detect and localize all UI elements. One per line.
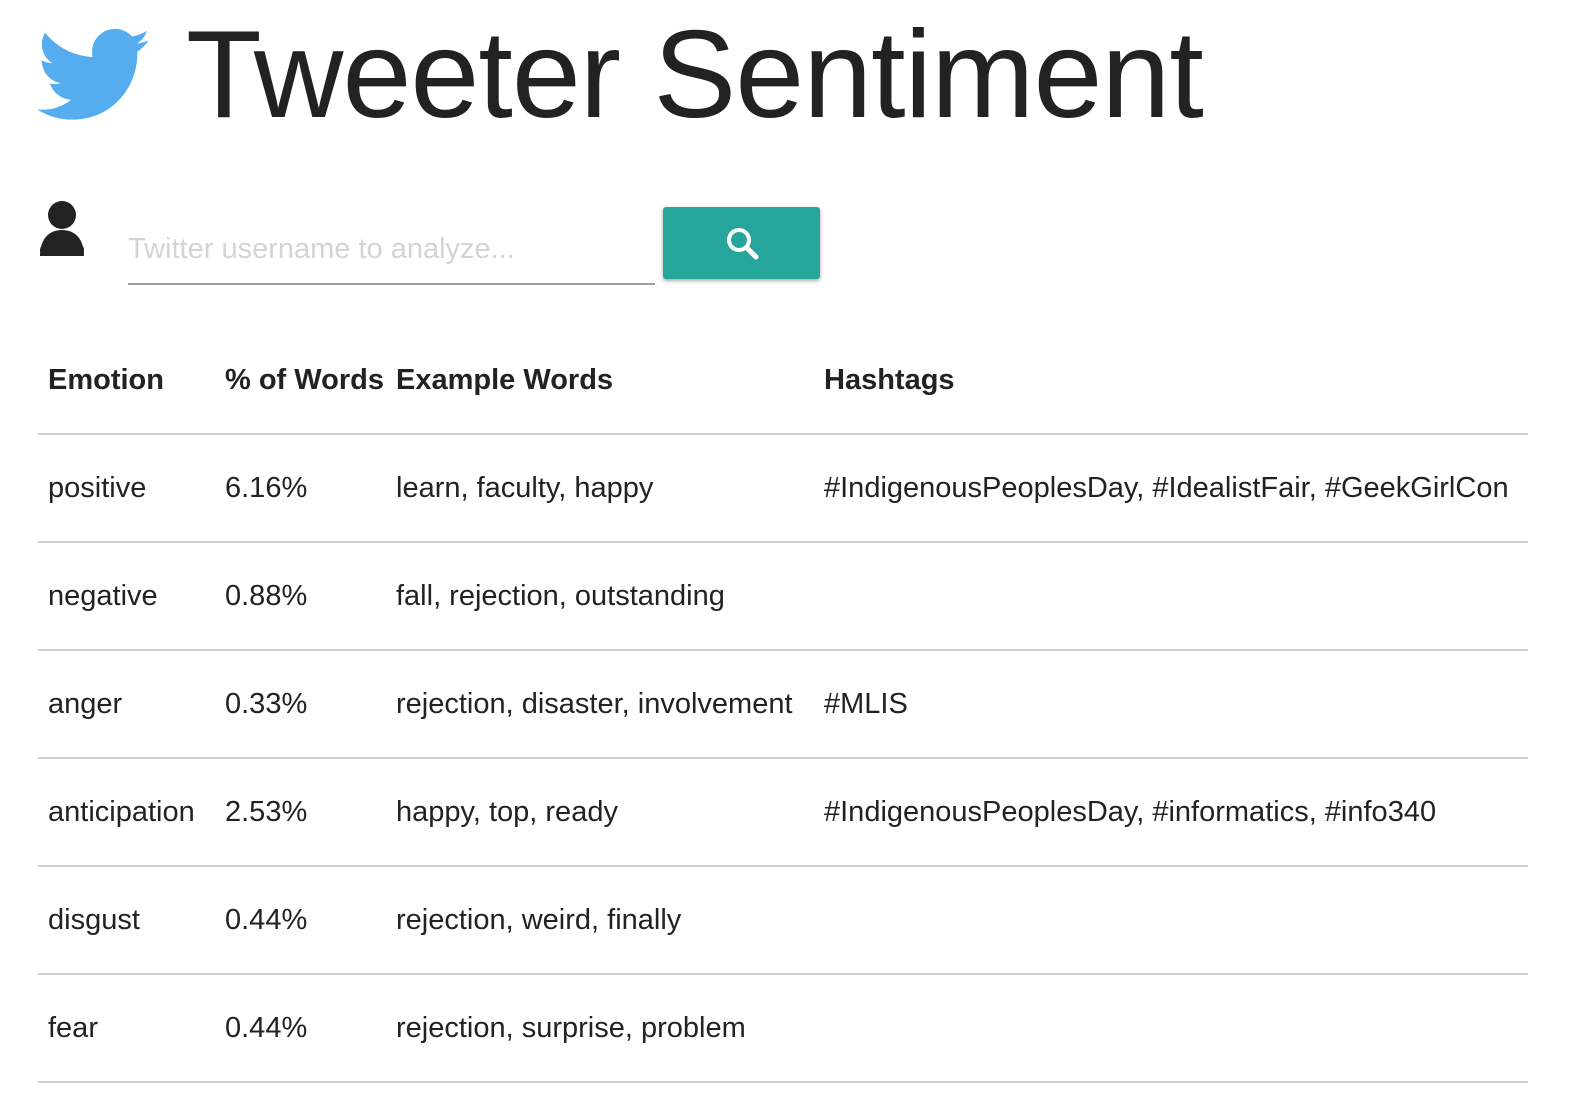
user-icon <box>38 200 86 256</box>
emotion-cell: positive <box>48 471 147 504</box>
example-words-cell: rejection, weird, finally <box>396 903 682 936</box>
percent-cell: 2.53% <box>225 795 308 828</box>
search-button[interactable] <box>663 207 820 279</box>
table-row: positive 6.16% learn, faculty, happy #In… <box>38 434 1528 542</box>
table-row: fear 0.44% rejection, surprise, problem <box>38 974 1528 1082</box>
example-words-cell: happy, top, ready <box>396 795 618 828</box>
table-row: negative 0.88% fall, rejection, outstand… <box>38 542 1528 650</box>
header-example-words: Example Words <box>396 363 614 396</box>
emotion-cell: anticipation <box>48 795 195 828</box>
header-hashtags: Hashtags <box>824 363 955 396</box>
example-words-cell: rejection, surprise, problem <box>396 1011 746 1044</box>
username-search-input[interactable] <box>128 215 655 285</box>
percent-cell: 0.44% <box>225 1011 308 1044</box>
twitter-bird-icon <box>38 18 152 132</box>
percent-cell: 0.88% <box>225 579 308 612</box>
hashtags-cell <box>814 542 1528 650</box>
emotion-cell: negative <box>48 579 158 612</box>
hashtags-cell: #IndigenousPeoplesDay, #informatics, #in… <box>824 795 1437 828</box>
example-words-cell: rejection, disaster, involvement <box>396 687 793 720</box>
hashtags-cell <box>814 866 1528 974</box>
example-words-cell: learn, faculty, happy <box>396 471 654 504</box>
table-row: anger 0.33% rejection, disaster, involve… <box>38 650 1528 758</box>
page-title: Tweeter Sentiment <box>186 6 1204 144</box>
header-emotion: Emotion <box>48 363 164 396</box>
emotion-cell: disgust <box>48 903 140 936</box>
table-row: anticipation 2.53% happy, top, ready #In… <box>38 758 1528 866</box>
hashtags-cell: #IndigenousPeoplesDay, #IdealistFair, #G… <box>824 471 1509 504</box>
percent-cell: 0.33% <box>225 687 308 720</box>
table-header-row: Emotion % of Words Example Words Hashtag… <box>38 327 1528 434</box>
percent-cell: 6.16% <box>225 471 308 504</box>
app-header: Tweeter Sentiment <box>38 6 1204 144</box>
emotion-cell: fear <box>48 1011 98 1044</box>
search-icon <box>724 225 760 261</box>
emotion-cell: anger <box>48 687 123 720</box>
sentiment-table: Emotion % of Words Example Words Hashtag… <box>38 327 1528 1083</box>
search-bar <box>38 195 838 295</box>
example-words-cell: fall, rejection, outstanding <box>396 579 725 612</box>
percent-cell: 0.44% <box>225 903 308 936</box>
hashtags-cell: #MLIS <box>824 687 908 720</box>
table-row: disgust 0.44% rejection, weird, finally <box>38 866 1528 974</box>
hashtags-cell <box>814 974 1528 1082</box>
header-percent-of-words: % of Words <box>225 363 384 396</box>
